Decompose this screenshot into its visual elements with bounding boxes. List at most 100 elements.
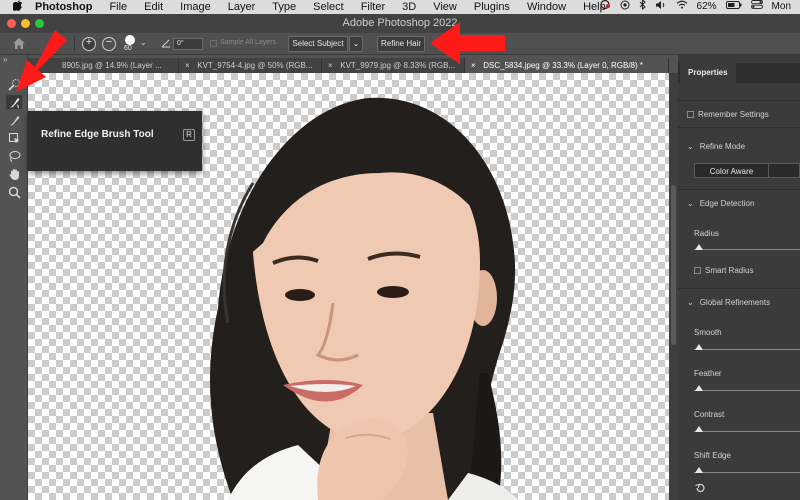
smart-radius-row[interactable]: Smart Radius (694, 266, 753, 275)
color-aware-button[interactable]: Color Aware (694, 163, 769, 178)
close-icon[interactable]: × (328, 58, 338, 73)
remember-settings-row[interactable]: Remember Settings (687, 110, 769, 119)
reset-icon[interactable] (694, 483, 706, 495)
tab-document-8905[interactable]: 8905.jpg @ 14.9% (Layer ... (28, 58, 179, 73)
smooth-label: Smooth (694, 328, 722, 337)
close-icon[interactable]: × (185, 58, 195, 73)
bluetooth-icon[interactable] (639, 0, 646, 15)
refine-mode-section[interactable]: ⌄ Refine Mode (687, 142, 745, 151)
brush-tool-icon[interactable] (6, 113, 22, 127)
apple-icon[interactable] (12, 0, 25, 15)
menu-bar-status: 62% Mon (599, 0, 800, 14)
menu-file[interactable]: File (109, 0, 127, 14)
smart-radius-label: Smart Radius (705, 266, 754, 275)
tab-label: DSC_5834.jpeg @ 33.3% (Layer 0, RGB/8) * (483, 61, 643, 70)
battery-percent: 62% (696, 1, 717, 12)
refine-edge-brush-tool-icon[interactable] (6, 95, 22, 109)
menu-edit[interactable]: Edit (144, 0, 163, 14)
tab-label: KVT_9979.jpg @ 8.33% (RGB... (340, 61, 456, 70)
tool-tooltip: Refine Edge Brush Tool R (28, 111, 202, 171)
control-center-icon[interactable] (750, 0, 763, 14)
lasso-tool-icon[interactable] (6, 149, 22, 163)
brush-size-value: 60 (124, 45, 132, 52)
remember-settings-label: Remember Settings (698, 110, 769, 119)
select-subject-dropdown[interactable]: ⌄ (349, 36, 363, 52)
contrast-label: Contrast (694, 410, 725, 419)
refine-hair-button[interactable]: Refine Hair (377, 36, 425, 52)
menu-app-photoshop[interactable]: Photoshop (35, 0, 92, 14)
menu-type[interactable]: Type (272, 0, 296, 14)
tab-document-kvt-9979[interactable]: × KVT_9979.jpg @ 8.33% (RGB... (322, 58, 465, 73)
smooth-slider-handle[interactable] (695, 344, 703, 350)
menu-3d[interactable]: 3D (402, 0, 416, 14)
remember-settings-checkbox[interactable] (687, 111, 694, 118)
select-subject-button[interactable]: Select Subject (288, 36, 348, 52)
volume-icon[interactable] (655, 0, 667, 15)
hand-tool-icon[interactable] (6, 167, 22, 181)
chevron-down-icon[interactable]: ⌄ (687, 142, 694, 151)
divider (678, 288, 800, 289)
tab-label: KVT_9754-4.jpg @ 50% (RGB... (197, 61, 313, 70)
feather-slider-track[interactable] (694, 390, 800, 391)
properties-header: Properties (678, 63, 800, 83)
properties-panel: Properties Remember Settings ⌄ Refine Mod… (678, 55, 800, 500)
menu-window[interactable]: Window (527, 0, 566, 14)
smooth-slider-track[interactable] (694, 349, 800, 350)
divider (678, 127, 800, 128)
wifi-icon[interactable] (676, 0, 688, 14)
toolbar-collapse[interactable]: » (3, 55, 7, 64)
edge-detection-section[interactable]: ⌄ Edge Detection (687, 199, 754, 208)
home-icon[interactable] (12, 37, 26, 52)
focus-icon[interactable] (620, 0, 630, 15)
angle-input[interactable]: 0° (173, 38, 203, 50)
menu-select[interactable]: Select (313, 0, 344, 14)
menu-filter[interactable]: Filter (361, 0, 385, 14)
mac-menu-bar: Photoshop File Edit Image Layer Type Sel… (0, 0, 800, 14)
refine-mode-label: Refine Mode (699, 142, 746, 151)
brush-preset-picker[interactable] (125, 35, 135, 45)
tab-label: 8905.jpg @ 14.9% (Layer ... (62, 61, 162, 70)
contrast-slider-track[interactable] (694, 431, 800, 432)
divider (678, 189, 800, 190)
battery-icon[interactable] (725, 0, 742, 14)
tab-document-dsc-5834[interactable]: × DSC_5834.jpeg @ 33.3% (Layer 0, RGB/8)… (465, 58, 669, 73)
feather-slider-handle[interactable] (695, 385, 703, 391)
clock-text[interactable]: Mon (772, 0, 791, 14)
chevron-down-icon[interactable]: ⌄ (687, 199, 694, 208)
tooltip-shortcut-key: R (183, 129, 195, 141)
photoshop-window: Photoshop File Edit Image Layer Type Sel… (0, 0, 800, 500)
scrollbar-thumb[interactable] (671, 185, 676, 345)
menu-view[interactable]: View (433, 0, 457, 14)
menu-plugins[interactable]: Plugins (474, 0, 510, 14)
shift-edge-slider-handle[interactable] (695, 467, 703, 473)
radius-slider-handle[interactable] (695, 244, 703, 250)
quick-selection-tool-icon[interactable] (6, 77, 22, 91)
sample-all-layers-checkbox[interactable] (210, 40, 217, 47)
global-refinements-section[interactable]: ⌄ Global Refinements (687, 298, 770, 307)
object-aware-button[interactable] (769, 163, 800, 178)
zoom-tool-icon[interactable] (6, 185, 22, 199)
smart-radius-checkbox[interactable] (694, 267, 701, 274)
canvas-vertical-scrollbar[interactable] (669, 73, 678, 500)
radius-slider-track[interactable] (694, 249, 800, 250)
angle-icon (161, 38, 171, 50)
options-divider (74, 36, 75, 52)
tab-document-kvt-9754[interactable]: × KVT_9754-4.jpg @ 50% (RGB... (179, 58, 322, 73)
sample-all-layers-label: Sample All Layers (220, 39, 277, 46)
tools-panel: » (0, 55, 28, 500)
properties-tab[interactable]: Properties (680, 63, 736, 83)
brush-add-plus: + (85, 36, 93, 48)
shift-edge-label: Shift Edge (694, 451, 731, 460)
shift-edge-slider-track[interactable] (694, 472, 800, 473)
window-title: Adobe Photoshop 2022 (342, 17, 458, 29)
contrast-slider-handle[interactable] (695, 426, 703, 432)
menu-layer[interactable]: Layer (228, 0, 256, 14)
tooltip-tool-name: Refine Edge Brush Tool (41, 129, 154, 140)
creative-cloud-icon[interactable] (599, 0, 611, 14)
menu-image[interactable]: Image (180, 0, 211, 14)
tool-options-bar: + − 60 ⌄ 0° Sample All Layers Select Sub… (0, 33, 800, 55)
chevron-down-icon[interactable]: ⌄ (687, 298, 694, 307)
close-icon[interactable]: × (471, 58, 481, 73)
object-selection-tool-icon[interactable] (6, 131, 22, 145)
chevron-down-icon[interactable]: ⌄ (140, 38, 147, 47)
